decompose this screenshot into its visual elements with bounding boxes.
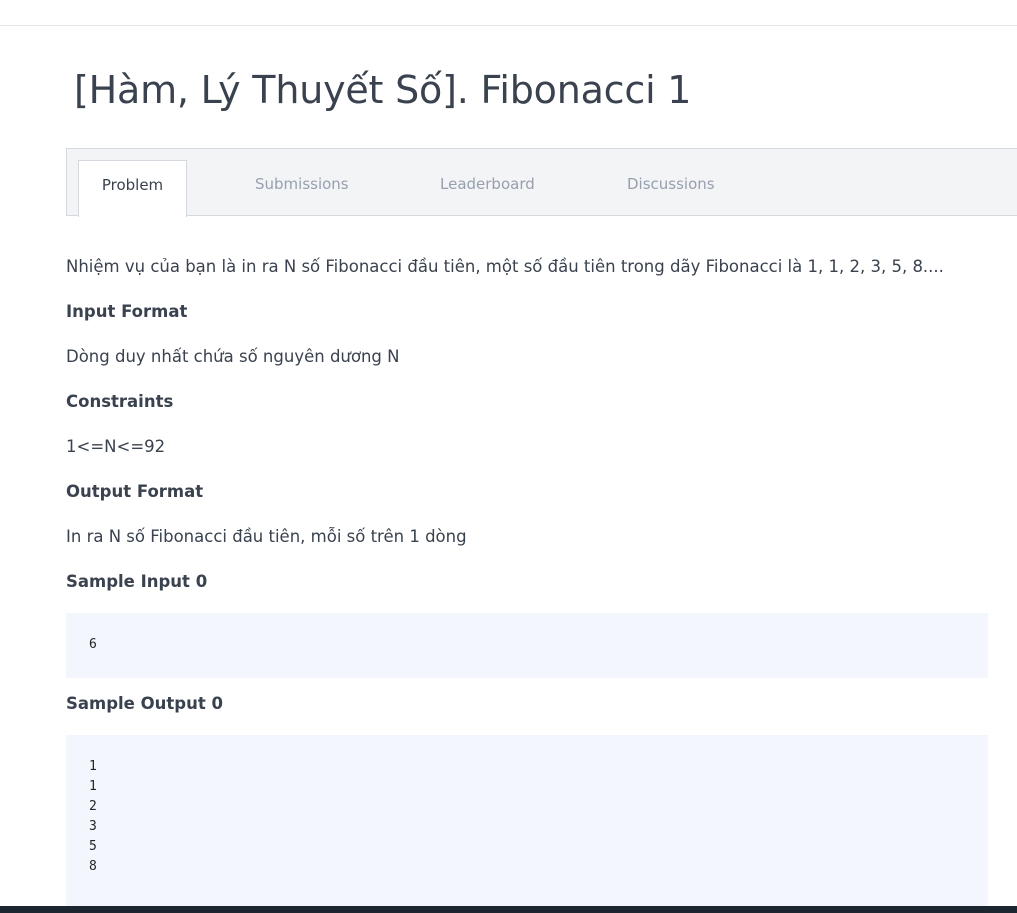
constraints-text: 1<=N<=92 [66,437,166,456]
problem-description: Nhiệm vụ của bạn là in ra N số Fibonacci… [66,257,944,276]
tab-leaderboard[interactable]: Leaderboard [440,149,535,217]
tab-problem[interactable]: Problem [78,160,187,217]
sample-output-heading: Sample Output 0 [66,694,223,713]
output-format-text: In ra N số Fibonacci đầu tiên, mỗi số tr… [66,527,467,546]
sample-input-heading: Sample Input 0 [66,572,208,591]
page-title: [Hàm, Lý Thuyết Số]. Fibonacci 1 [74,68,692,112]
tab-discussions[interactable]: Discussions [627,149,715,217]
input-format-text: Dòng duy nhất chứa số nguyên dương N [66,347,400,366]
tab-submissions[interactable]: Submissions [255,149,349,217]
constraints-heading: Constraints [66,392,174,411]
top-divider [0,25,1017,26]
problem-tabs: Problem Submissions Leaderboard Discussi… [66,148,1017,217]
sample-output-code: 1 1 2 3 5 8 [66,735,988,906]
input-format-heading: Input Format [66,302,188,321]
footer-bar [0,906,1017,913]
output-format-heading: Output Format [66,482,204,501]
sample-input-code: 6 [66,613,988,678]
